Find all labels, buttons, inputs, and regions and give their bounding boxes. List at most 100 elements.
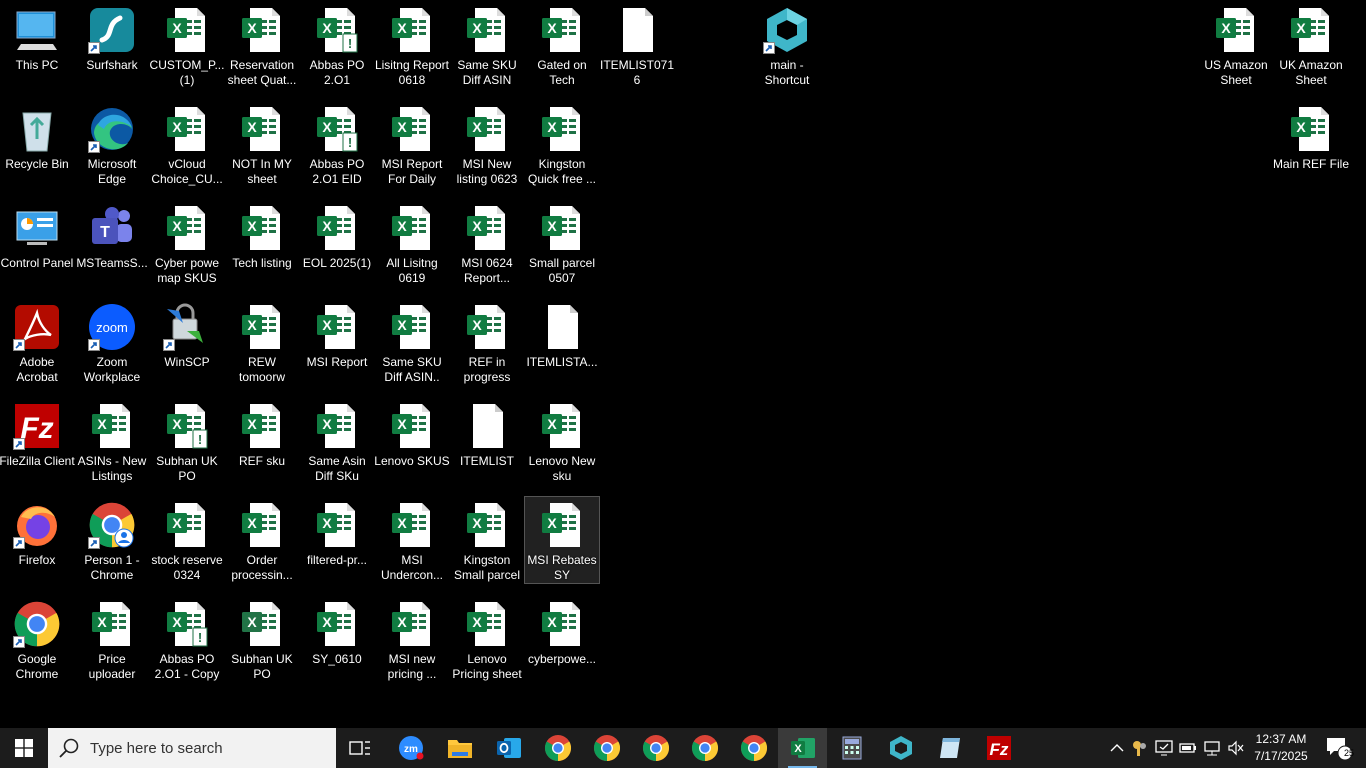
excel-file-icon: X ! bbox=[163, 600, 211, 648]
desktop-icon[interactable]: X REF sku bbox=[225, 398, 299, 484]
acrobat-icon bbox=[13, 303, 61, 351]
svg-text:X: X bbox=[322, 416, 332, 432]
desktop-icon[interactable]: X Lisitng Report 0618 bbox=[375, 2, 449, 88]
desktop-icon[interactable]: X ! Abbas PO 2.O1 EID bbox=[300, 101, 374, 187]
desktop-icon[interactable]: X vCloud Choice_CU... bbox=[150, 101, 224, 187]
file-icon bbox=[613, 6, 661, 54]
desktop-icon[interactable]: X Reservation sheet Quat... bbox=[225, 2, 299, 88]
notification-center-button[interactable]: 25 bbox=[1318, 728, 1360, 768]
desktop-icon[interactable]: X US Amazon Sheet bbox=[1199, 2, 1273, 88]
desktop-icon[interactable]: X MSI Report bbox=[300, 299, 374, 385]
tray-network[interactable] bbox=[1201, 728, 1223, 768]
tray-security[interactable] bbox=[1153, 728, 1175, 768]
tray-keys[interactable] bbox=[1129, 728, 1151, 768]
excel-file-icon: X bbox=[163, 105, 211, 153]
svg-text:X: X bbox=[547, 20, 557, 36]
taskbar-filezilla[interactable]: Fz bbox=[974, 728, 1023, 768]
search-box[interactable]: Type here to search bbox=[48, 728, 336, 768]
desktop-icon[interactable]: X CUSTOM_P... (1) bbox=[150, 2, 224, 88]
taskbar-chrome-4[interactable] bbox=[680, 728, 729, 768]
taskbar-calculator[interactable] bbox=[827, 728, 876, 768]
taskbar-chrome-3[interactable] bbox=[631, 728, 680, 768]
desktop-icon[interactable]: Control Panel bbox=[0, 200, 74, 286]
desktop-icon[interactable]: X Gated on Tech bbox=[525, 2, 599, 88]
desktop-icon[interactable]: ITEMLIST bbox=[450, 398, 524, 484]
desktop-icon[interactable]: This PC bbox=[0, 2, 74, 88]
taskbar-chrome-5[interactable] bbox=[729, 728, 778, 768]
desktop-icon[interactable]: X Small parcel 0507 bbox=[525, 200, 599, 286]
start-button[interactable] bbox=[0, 728, 48, 768]
desktop-icon-label: cyberpowe... bbox=[527, 652, 597, 666]
desktop-icon[interactable]: Google Chrome bbox=[0, 596, 74, 682]
desktop-icon[interactable]: X Same SKU Diff ASIN bbox=[450, 2, 524, 88]
desktop-icon[interactable]: zoom Zoom Workplace bbox=[75, 299, 149, 385]
desktop-icon[interactable]: X SY_0610 bbox=[300, 596, 374, 682]
desktop-icon[interactable]: X EOL 2025(1) bbox=[300, 200, 374, 286]
desktop-icon[interactable]: Surfshark bbox=[75, 2, 149, 88]
taskbar-chrome-2[interactable] bbox=[582, 728, 631, 768]
taskbar-chrome-1[interactable] bbox=[533, 728, 582, 768]
task-view-button[interactable] bbox=[337, 728, 383, 768]
desktop-icon[interactable]: X stock reserve 0324 bbox=[150, 497, 224, 583]
svg-text:Fz: Fz bbox=[989, 740, 1008, 759]
desktop-icon[interactable]: X Tech listing bbox=[225, 200, 299, 286]
taskbar-notepad[interactable] bbox=[925, 728, 974, 768]
desktop-icon[interactable]: X MSI 0624 Report... bbox=[450, 200, 524, 286]
desktop-icon[interactable]: Microsoft Edge bbox=[75, 101, 149, 187]
excel-file-icon: X bbox=[463, 204, 511, 252]
desktop-icon[interactable]: X Main REF File bbox=[1273, 101, 1349, 187]
taskbar-zoom[interactable]: zm bbox=[386, 728, 435, 768]
desktop-icon[interactable]: X Lenovo Pricing sheet bbox=[450, 596, 524, 682]
desktop-icon[interactable]: X ! Abbas PO 2.O1 - Copy bbox=[150, 596, 224, 682]
desktop-icon[interactable]: X Cyber powe map SKUS bbox=[150, 200, 224, 286]
desktop-icon-label: REF in progress bbox=[463, 355, 511, 384]
tray-volume[interactable] bbox=[1225, 728, 1247, 768]
show-hidden-icons[interactable] bbox=[1106, 728, 1128, 768]
desktop-icon-label: MSI 0624 Report... bbox=[461, 256, 513, 285]
desktop-icon[interactable]: X Lenovo SKUS bbox=[374, 398, 450, 484]
desktop-icon[interactable]: X MSI new pricing ... bbox=[375, 596, 449, 682]
desktop-icon[interactable]: WinSCP bbox=[150, 299, 224, 385]
desktop-icon[interactable]: X Kingston Small parcel bbox=[450, 497, 524, 583]
desktop-icon[interactable]: ITEMLIST0716 bbox=[600, 2, 674, 88]
tray-battery[interactable] bbox=[1177, 728, 1199, 768]
desktop-icon[interactable]: X ! Abbas PO 2.O1 bbox=[300, 2, 374, 88]
taskbar-cube-app[interactable] bbox=[876, 728, 925, 768]
desktop-icon[interactable]: X Order processin... bbox=[225, 497, 299, 583]
desktop-icon[interactable]: Person 1 - Chrome bbox=[75, 497, 149, 583]
clock[interactable]: 12:37 AM 7/17/2025 bbox=[1250, 728, 1312, 768]
desktop-icon[interactable]: X cyberpowe... bbox=[525, 596, 599, 682]
taskbar: Type here to search zm X Fz 12:37 AM 7/1… bbox=[0, 728, 1366, 768]
desktop-icon[interactable]: X REW tomoorw bbox=[225, 299, 299, 385]
task-view-icon bbox=[349, 741, 370, 755]
desktop-icon[interactable]: Adobe Acrobat bbox=[0, 299, 74, 385]
taskbar-outlook[interactable] bbox=[484, 728, 533, 768]
svg-text:X: X bbox=[322, 317, 332, 333]
svg-text:X: X bbox=[472, 317, 482, 333]
desktop-icon[interactable]: X Kingston Quick free ... bbox=[525, 101, 599, 187]
desktop-icon[interactable]: ITEMLISTA... bbox=[525, 299, 599, 385]
desktop-icon[interactable]: X ASINs - New Listings bbox=[75, 398, 149, 484]
desktop-icon[interactable]: Recycle Bin bbox=[0, 101, 74, 187]
desktop-icon[interactable]: X Subhan UK PO bbox=[225, 596, 299, 682]
desktop-icon[interactable]: X Price uploader bbox=[75, 596, 149, 682]
desktop-icon[interactable]: X All Lisitng 0619 bbox=[375, 200, 449, 286]
desktop-icon[interactable]: X MSI Rebates SY bbox=[524, 496, 600, 584]
desktop-icon[interactable]: X Same SKU Diff ASIN.. bbox=[375, 299, 449, 385]
desktop-icon[interactable]: X MSI Report For Daily bbox=[375, 101, 449, 187]
desktop-icon[interactable]: X Same Asin Diff SKu bbox=[300, 398, 374, 484]
desktop-icon[interactable]: X ! Subhan UK PO bbox=[150, 398, 224, 484]
desktop-icon[interactable]: X MSI New listing 0623 bbox=[450, 101, 524, 187]
desktop-icon[interactable]: T MSTeamsS... bbox=[75, 200, 149, 286]
desktop-icon[interactable]: X NOT In MY sheet bbox=[225, 101, 299, 187]
desktop-icon[interactable]: X MSI Undercon... bbox=[375, 497, 449, 583]
desktop-icon[interactable]: Firefox bbox=[0, 497, 74, 583]
taskbar-file-explorer[interactable] bbox=[435, 728, 484, 768]
desktop-icon[interactable]: Fz FileZilla Client bbox=[0, 398, 75, 484]
desktop-icon[interactable]: main - Shortcut bbox=[750, 2, 824, 88]
taskbar-excel[interactable]: X bbox=[778, 728, 827, 768]
desktop-icon[interactable]: X REF in progress bbox=[450, 299, 524, 385]
desktop-icon[interactable]: X filtered-pr... bbox=[300, 497, 374, 583]
desktop-icon[interactable]: X Lenovo New sku bbox=[525, 398, 599, 484]
desktop-icon[interactable]: X UK Amazon Sheet bbox=[1274, 2, 1348, 88]
